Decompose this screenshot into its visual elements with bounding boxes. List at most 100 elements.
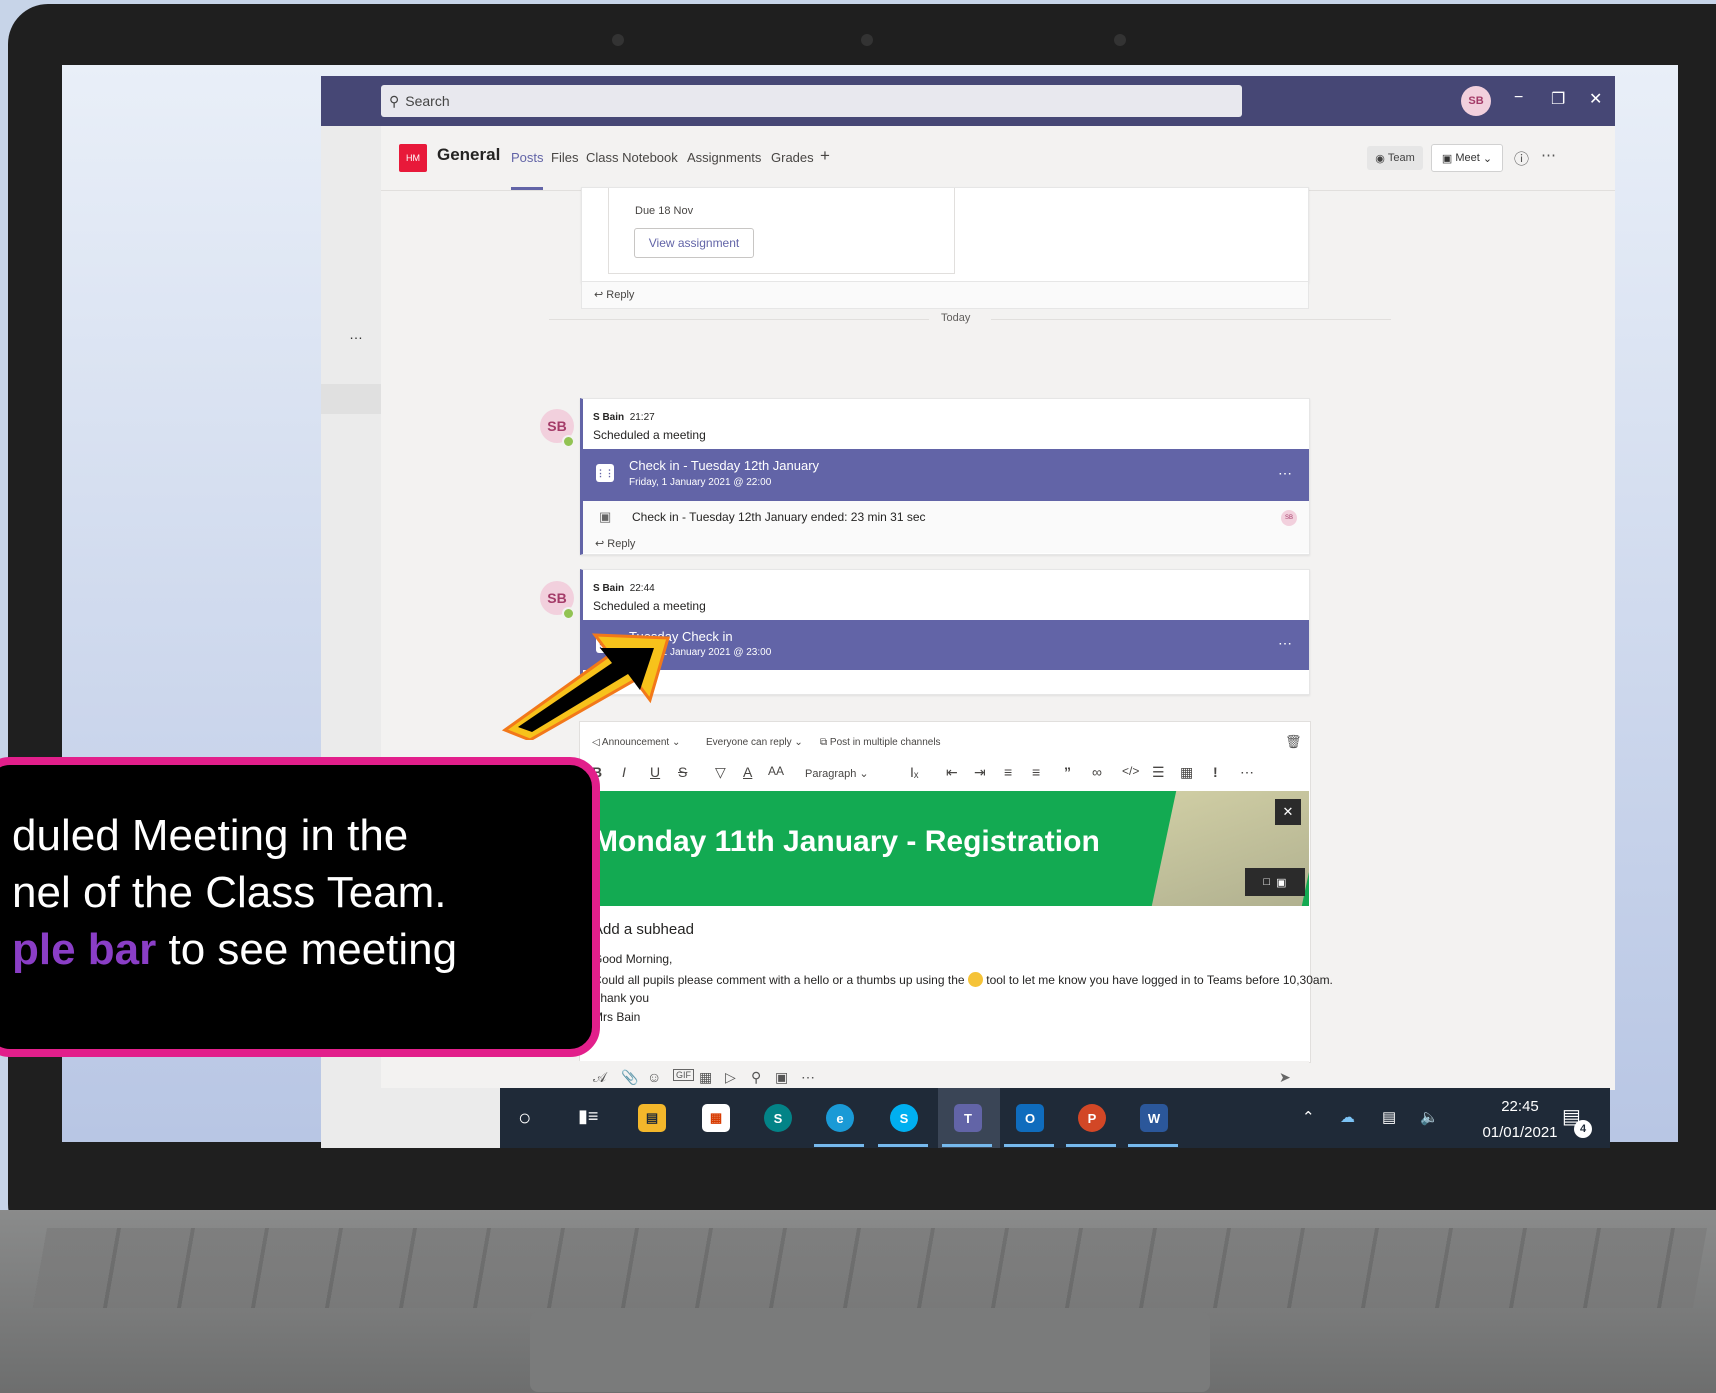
store-icon[interactable]: ▦: [702, 1104, 730, 1132]
author-name: S Bain: [593, 583, 625, 594]
clock-time[interactable]: 22:45: [1480, 1098, 1560, 1115]
more-options-icon[interactable]: ⋯: [1278, 465, 1292, 482]
show-hidden-icons-icon[interactable]: ⌃: [1302, 1108, 1315, 1126]
more-icon[interactable]: …: [349, 326, 363, 342]
more-format-icon[interactable]: ⋯: [1240, 764, 1254, 781]
post-multiple-channels-button[interactable]: ⧉ Post in multiple channels: [820, 737, 941, 748]
reply-button[interactable]: ↩ Reply: [595, 537, 635, 550]
table-icon[interactable]: ▦: [1180, 764, 1193, 781]
running-indicator: [814, 1144, 864, 1147]
edge-icon[interactable]: e: [826, 1104, 854, 1132]
trackpad: [530, 1312, 1210, 1392]
more-options-icon[interactable]: ⋯: [1278, 635, 1292, 652]
sharepoint-icon[interactable]: S: [764, 1104, 792, 1132]
trash-icon[interactable]: 🗑: [1285, 734, 1302, 750]
tab-posts[interactable]: Posts: [511, 150, 544, 165]
calendar-icon: ⋮⋮: [596, 464, 614, 482]
reply-button[interactable]: ↩ Reply: [581, 281, 1309, 309]
format-icon[interactable]: 𝒜: [593, 1069, 606, 1086]
onedrive-icon[interactable]: ☁: [1340, 1108, 1355, 1126]
post-time: 21:27: [629, 412, 655, 423]
tab-files[interactable]: Files: [551, 150, 578, 165]
more-options-icon[interactable]: ⋯: [1541, 146, 1556, 164]
add-tab-button[interactable]: +: [820, 146, 830, 166]
banner-image-button[interactable]: □ ▣: [1245, 868, 1305, 896]
tab-assignments[interactable]: Assignments: [687, 150, 761, 165]
user-avatar[interactable]: SB: [1461, 86, 1491, 116]
meet-button[interactable]: ▣ Meet ⌄: [1431, 144, 1503, 172]
meeting-bar[interactable]: ⋮⋮ Tuesday Check in Friday, 1 January 20…: [580, 620, 1309, 670]
date-divider-label: Today: [941, 312, 971, 324]
eye-icon: ◉: [1375, 152, 1388, 165]
indent-icon[interactable]: ⇥: [974, 764, 986, 781]
attach-icon[interactable]: 📎: [621, 1069, 638, 1086]
participant-avatar[interactable]: SB: [1281, 510, 1297, 526]
reply-setting-dropdown[interactable]: Everyone can reply ⌄: [706, 737, 803, 748]
numbered-list-icon[interactable]: ≡: [1032, 764, 1040, 780]
highlight-icon[interactable]: ▽: [715, 764, 726, 781]
network-icon[interactable]: ▤: [1382, 1108, 1396, 1126]
pointer-arrow: [501, 633, 670, 740]
outdent-icon[interactable]: ⇤: [946, 764, 958, 781]
font-color-icon[interactable]: A: [743, 764, 752, 780]
close-icon[interactable]: ✕: [1275, 799, 1301, 825]
body-line[interactable]: Could all pupils please comment with a h…: [593, 972, 1333, 987]
presence-available-icon: [562, 607, 575, 620]
code-icon[interactable]: </>: [1122, 764, 1139, 778]
meeting-bar[interactable]: ⋮⋮ Check in - Tuesday 12th January Frida…: [580, 449, 1309, 501]
meeting-post: S Bain 22:44 Scheduled a meeting ⋮⋮ Tues…: [580, 569, 1310, 695]
important-icon[interactable]: !: [1213, 764, 1218, 780]
left-rail-selected-item[interactable]: [321, 384, 381, 414]
horizontal-rule-icon[interactable]: ☰: [1152, 764, 1165, 781]
cortana-icon[interactable]: ○: [518, 1105, 531, 1131]
body-line[interactable]: Thank you: [593, 991, 649, 1005]
running-indicator: [942, 1144, 992, 1147]
teams-icon[interactable]: T: [954, 1104, 982, 1132]
close-button[interactable]: ✕: [1589, 89, 1602, 109]
file-explorer-icon[interactable]: ▤: [638, 1104, 666, 1132]
paragraph-dropdown[interactable]: Paragraph ⌄: [805, 767, 869, 780]
more-options-icon[interactable]: ⋯: [801, 1069, 815, 1086]
meeting-title: Check in - Tuesday 12th January: [629, 458, 820, 473]
emoji-icon[interactable]: ☺: [647, 1069, 661, 1085]
meet-now-icon[interactable]: ▷: [725, 1069, 736, 1086]
italic-button[interactable]: I: [622, 764, 626, 780]
post-time: 22:44: [629, 583, 655, 594]
send-icon[interactable]: ➤: [1279, 1069, 1291, 1086]
tab-grades[interactable]: Grades: [771, 150, 814, 165]
running-indicator: [1128, 1144, 1178, 1147]
underline-button[interactable]: U: [650, 764, 660, 780]
running-indicator: [878, 1144, 928, 1147]
chevron-down-icon[interactable]: ⌄: [1480, 152, 1492, 165]
font-size-icon[interactable]: AA: [768, 764, 784, 778]
clear-format-icon[interactable]: Iₓ: [910, 764, 918, 780]
active-tab-indicator: [511, 187, 543, 190]
view-assignment-button[interactable]: View assignment: [634, 228, 754, 258]
bullet-list-icon[interactable]: ≡: [1004, 764, 1012, 780]
callout-line: nel of the Class Team.: [12, 868, 447, 917]
body-line[interactable]: Good Morning,: [593, 952, 672, 966]
team-button[interactable]: ◉ Team: [1367, 146, 1423, 170]
volume-icon[interactable]: 🔈: [1420, 1108, 1439, 1126]
task-view-icon[interactable]: ▮≡: [578, 1106, 598, 1127]
maximize-button[interactable]: ❐: [1551, 89, 1565, 109]
minimize-button[interactable]: −: [1514, 89, 1523, 107]
powerpoint-icon[interactable]: P: [1078, 1104, 1106, 1132]
tab-class-notebook[interactable]: Class Notebook: [586, 150, 678, 165]
info-icon[interactable]: ⓘ: [1514, 148, 1529, 169]
announcement-banner[interactable]: Monday 11th January - Registration ✕ □ ▣: [580, 791, 1309, 906]
body-line[interactable]: Mrs Bain: [593, 1010, 640, 1024]
outlook-icon[interactable]: O: [1016, 1104, 1044, 1132]
word-icon[interactable]: W: [1140, 1104, 1168, 1132]
sticker-icon[interactable]: ▦: [699, 1069, 712, 1086]
gif-icon[interactable]: GIF: [673, 1069, 694, 1081]
search-input[interactable]: ⚲ Search: [381, 85, 1242, 117]
strikethrough-button[interactable]: S: [678, 764, 687, 780]
skype-icon[interactable]: S: [890, 1104, 918, 1132]
forms-icon[interactable]: ▣: [775, 1069, 788, 1086]
banner-title[interactable]: Monday 11th January - Registration: [593, 825, 1100, 859]
quote-icon[interactable]: ”: [1064, 764, 1071, 780]
link-icon[interactable]: ∞: [1092, 764, 1102, 780]
subhead-input[interactable]: Add a subhead: [593, 921, 694, 938]
praise-icon[interactable]: ⚲: [751, 1069, 761, 1086]
